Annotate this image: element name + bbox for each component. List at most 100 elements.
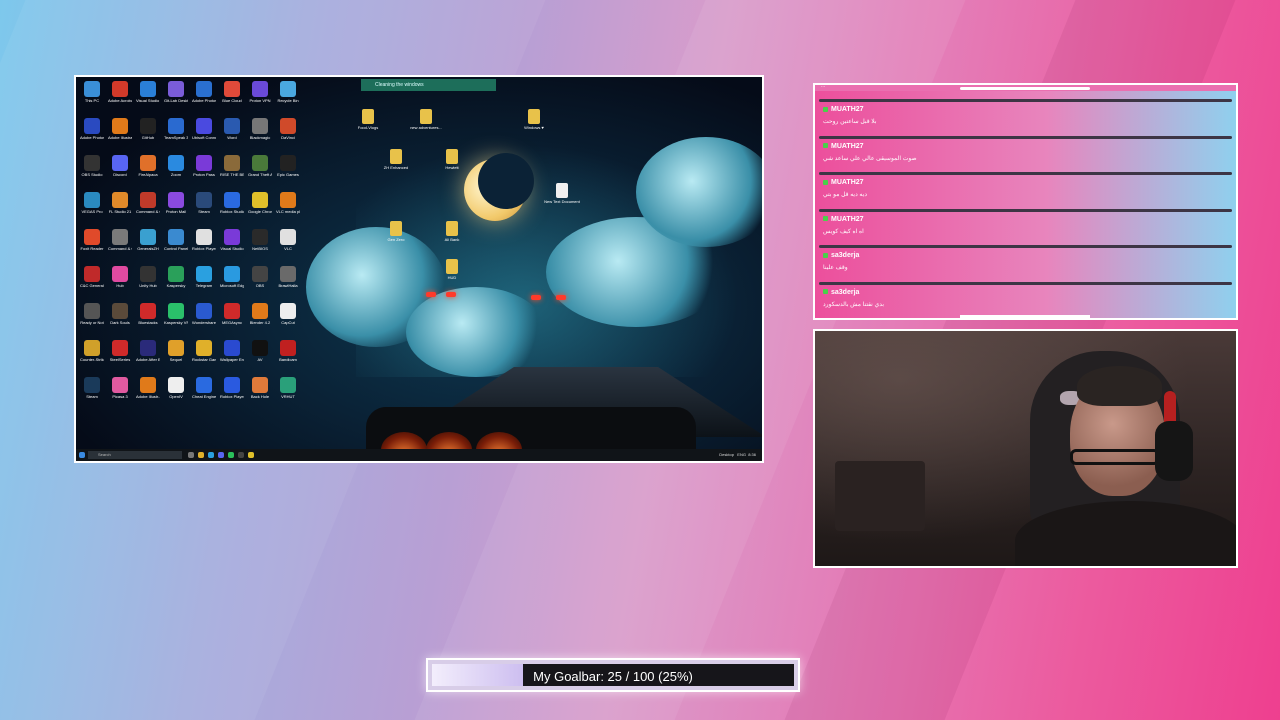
- desktop-label[interactable]: Desktop: [719, 452, 734, 457]
- desktop-icon[interactable]: Roblox Player: [220, 377, 244, 399]
- chat-username[interactable]: MUATH27: [831, 179, 864, 186]
- desktop-icon[interactable]: Cheat Engine: [192, 377, 216, 399]
- desktop-file[interactable]: Gen Zero: [376, 221, 416, 242]
- desktop-file[interactable]: Windows ♥: [514, 109, 554, 130]
- chat-username[interactable]: sa3derja: [831, 289, 859, 296]
- desktop-icon[interactable]: SteelSeries: [108, 340, 132, 362]
- desktop-icon[interactable]: Adobe Illustrator: [108, 118, 132, 140]
- chat-username[interactable]: sa3derja: [831, 252, 859, 259]
- desktop-icon[interactable]: Back Hole: [248, 377, 272, 399]
- desktop-icon[interactable]: Bluestacks: [136, 303, 160, 325]
- desktop-icon[interactable]: Command & Conquer: [136, 192, 160, 214]
- desktop-icon[interactable]: Blender 4.2: [248, 303, 272, 325]
- desktop-icon[interactable]: Hub: [108, 266, 132, 288]
- desktop-icon[interactable]: VRHUT: [276, 377, 300, 399]
- obs-icon[interactable]: [238, 452, 244, 458]
- desktop-icon[interactable]: Discord: [108, 155, 132, 177]
- desktop-icon[interactable]: Visual Studio Code: [136, 81, 160, 103]
- desktop-icon[interactable]: OBS: [248, 266, 272, 288]
- desktop-icon[interactable]: Git-Lab Desktop: [164, 81, 188, 103]
- language-indicator[interactable]: ENG: [737, 452, 746, 457]
- desktop-icon[interactable]: MEGAsync: [220, 303, 244, 325]
- desktop-icon[interactable]: Zoom: [164, 155, 188, 177]
- desktop-icon[interactable]: Rockstar Games: [192, 340, 216, 362]
- desktop-icon[interactable]: Telegram: [192, 266, 216, 288]
- taskbar-search-input[interactable]: Search: [88, 451, 182, 459]
- desktop-icon[interactable]: DaVinci: [276, 118, 300, 140]
- desktop-icon[interactable]: Visual Studio: [220, 229, 244, 251]
- desktop-icon[interactable]: Blue Cloud: [220, 81, 244, 103]
- desktop-icon[interactable]: Roblox Studio: [220, 192, 244, 214]
- desktop-icon[interactable]: Grand Theft Auto: [248, 155, 272, 177]
- telegram-icon[interactable]: [208, 452, 214, 458]
- desktop-icon[interactable]: Steam: [192, 192, 216, 214]
- desktop-icon[interactable]: Wallpaper Engine: [220, 340, 244, 362]
- desktop-icon[interactable]: GeneralsZH: [136, 229, 160, 251]
- desktop-icon[interactable]: Proton Pass: [192, 155, 216, 177]
- desktop-icon[interactable]: Adobe Photoshop: [192, 81, 216, 103]
- task-view-icon[interactable]: [188, 452, 194, 458]
- desktop-icon[interactable]: Adobe Illustr...: [136, 377, 160, 399]
- desktop-icon[interactable]: Dark Souls: [108, 303, 132, 325]
- desktop-icon[interactable]: Epic Games: [276, 155, 300, 177]
- desktop-icon[interactable]: Proton Mail: [164, 192, 188, 214]
- desktop-icon[interactable]: Word: [220, 118, 244, 140]
- chrome-icon[interactable]: [248, 452, 254, 458]
- desktop-icon[interactable]: Foxit Reader: [80, 229, 104, 251]
- desktop-icon[interactable]: Control Panel: [164, 229, 188, 251]
- desktop-icon[interactable]: VLC: [276, 229, 300, 251]
- desktop-icon[interactable]: Picasa 3: [108, 377, 132, 399]
- desktop-icon[interactable]: TeamSpeak 3 Client: [164, 118, 188, 140]
- desktop-file[interactable]: Food-Vlogs: [348, 109, 388, 130]
- desktop-icon[interactable]: Steam: [80, 377, 104, 399]
- desktop-icon[interactable]: FL Studio 21: [108, 192, 132, 214]
- chat-username[interactable]: MUATH27: [831, 216, 864, 223]
- desktop-icon[interactable]: AV: [248, 340, 272, 362]
- desktop-icon[interactable]: RISE THE BEAST: [220, 155, 244, 177]
- desktop-icon[interactable]: Command & Conquer: [108, 229, 132, 251]
- desktop-file[interactable]: New Text Document: [542, 183, 582, 204]
- desktop-file[interactable]: new adventures...: [406, 109, 446, 130]
- desktop-icon[interactable]: Ubisoft Connect: [192, 118, 216, 140]
- desktop-icon[interactable]: Sequel: [164, 340, 188, 362]
- start-icon[interactable]: [79, 452, 85, 458]
- desktop-icon[interactable]: Blackmagic: [248, 118, 272, 140]
- desktop-file[interactable]: Hewlett: [432, 149, 472, 170]
- desktop-icon[interactable]: Adobe Acrobat: [108, 81, 132, 103]
- chat-username[interactable]: MUATH27: [831, 143, 864, 150]
- desktop-icon[interactable]: Kaspersky VPN: [164, 303, 188, 325]
- desktop-icon[interactable]: Roblox Player: [192, 229, 216, 251]
- desktop-icon[interactable]: Bandicam: [276, 340, 300, 362]
- desktop-icon[interactable]: Unity Hub: [136, 266, 160, 288]
- desktop-icon[interactable]: BrawlHalla: [276, 266, 300, 288]
- desktop-icon[interactable]: Proton VPN: [248, 81, 272, 103]
- chat-username[interactable]: MUATH27: [831, 106, 864, 113]
- desktop-icon[interactable]: Adobe After Effects 2022: [136, 340, 160, 362]
- desktop-icon[interactable]: Ready or Not: [80, 303, 104, 325]
- desktop-icon[interactable]: C&C Generals: [80, 266, 104, 288]
- desktop-icon[interactable]: OBS Studio: [80, 155, 104, 177]
- notification-toast[interactable]: Cleaning the windows: [361, 79, 496, 91]
- desktop-icon[interactable]: VLC media player: [276, 192, 300, 214]
- desktop-file[interactable]: Ali Bank: [432, 221, 472, 242]
- clock[interactable]: 8:36: [748, 452, 756, 457]
- desktop-icon[interactable]: CapCut: [276, 303, 300, 325]
- desktop-file[interactable]: HUD: [432, 259, 472, 280]
- desktop-icon[interactable]: Kaspersky: [164, 266, 188, 288]
- desktop-icon[interactable]: Microsoft Edge: [220, 266, 244, 288]
- desktop-icon[interactable]: Recycle Bin: [276, 81, 300, 103]
- desktop-icon[interactable]: Counter-Strike Global Offe...: [80, 340, 104, 362]
- desktop-icon[interactable]: Adobe Photosh...: [80, 118, 104, 140]
- desktop-icon[interactable]: GitHub: [136, 118, 160, 140]
- discord-icon[interactable]: [218, 452, 224, 458]
- desktop-icon[interactable]: NetBIOS: [248, 229, 272, 251]
- desktop-icon[interactable]: VEGAS Pro: [80, 192, 104, 214]
- explorer-icon[interactable]: [198, 452, 204, 458]
- spotify-icon[interactable]: [228, 452, 234, 458]
- desktop-icon[interactable]: OpenIV: [164, 377, 188, 399]
- desktop-icon[interactable]: Wondershare: [192, 303, 216, 325]
- desktop-icon[interactable]: FireAlpaca: [136, 155, 160, 177]
- desktop-icon[interactable]: This PC: [80, 81, 104, 103]
- desktop-file[interactable]: ZH Enhanced: [376, 149, 416, 170]
- desktop-icon[interactable]: Google Chrome: [248, 192, 272, 214]
